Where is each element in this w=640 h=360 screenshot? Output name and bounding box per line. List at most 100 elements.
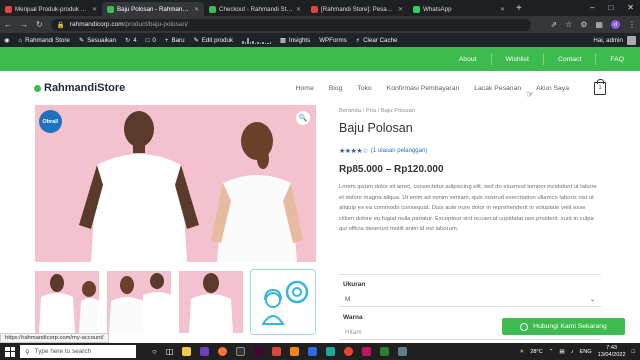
app-icon-red[interactable]: [272, 347, 282, 356]
app-icon-magenta[interactable]: [362, 347, 372, 356]
wp-admin-bar: ◉ ⌂ Rahmandi Store ✎ Sesuaikan ↻ 4 □ 0 + Baru…: [0, 33, 640, 47]
size-select-value: M: [345, 296, 351, 303]
reload-icon[interactable]: ↻: [36, 20, 43, 29]
clock[interactable]: 7:43 13/04/2022: [598, 345, 626, 358]
cortana-icon[interactable]: ○: [152, 347, 157, 356]
file-explorer-icon[interactable]: [182, 347, 192, 356]
wp-clear-cache-link[interactable]: ⚡ Clear Cache: [356, 37, 398, 44]
notification-icon[interactable]: □: [632, 349, 635, 355]
new-tab-button[interactable]: +: [516, 3, 522, 14]
size-select[interactable]: M ⌄: [339, 293, 601, 307]
product-title: Baju Polosan: [339, 121, 413, 135]
puzzle-icon[interactable]: ▦: [595, 20, 603, 29]
menu-akun-saya[interactable]: Akun Saya: [536, 85, 569, 92]
stats-sparkline[interactable]: [242, 37, 272, 44]
wp-site-link[interactable]: ⌂ Rahmandi Store: [18, 37, 69, 44]
star-icon[interactable]: ☆: [565, 20, 572, 29]
close-window-icon[interactable]: ✕: [627, 3, 634, 12]
menu-home[interactable]: Home: [296, 85, 314, 92]
thumbnail-1[interactable]: [35, 271, 99, 333]
weather-icon[interactable]: ☀: [519, 349, 524, 355]
minimize-icon[interactable]: –: [590, 3, 594, 12]
task-view-icon[interactable]: ◫: [166, 347, 174, 356]
adobe-xd-icon[interactable]: [254, 347, 264, 356]
product-summary: Beranda / Pria / Baju Polosan Baju Polos…: [339, 105, 601, 235]
browser-tab[interactable]: WhatsApp ✕: [408, 2, 510, 16]
nav-divider: [490, 53, 492, 65]
menu-lacak-pesanan[interactable]: Lacak Pesanan: [474, 85, 521, 92]
thumbnail-3[interactable]: [179, 271, 243, 333]
wp-account[interactable]: Hai, admin: [593, 35, 636, 45]
wp-edit-product-link[interactable]: ✎ Edit produk: [194, 37, 234, 44]
logo-dot-icon: [34, 84, 41, 92]
share-icon[interactable]: ⇗: [550, 20, 557, 29]
windows-taskbar: ⚲ Type here to search ○ ◫ ☀ 28°C ⌃ ▤ ♪ E…: [0, 343, 640, 360]
browser-tab[interactable]: Menjual Produk-produk Terb ✕: [0, 2, 102, 16]
thumbnail-photo: [109, 273, 171, 333]
breadcrumb[interactable]: Beranda / Pria / Baju Polosan: [339, 108, 601, 114]
chart-icon: ▩: [280, 36, 286, 44]
wp-customize-link[interactable]: ✎ Sesuaikan: [79, 37, 116, 44]
tab-close-icon[interactable]: ✕: [500, 6, 505, 13]
wp-updates-link[interactable]: ↻ 4: [125, 37, 137, 44]
site-logo[interactable]: RahmandiStore: [34, 82, 125, 94]
app-icon-gray[interactable]: [398, 347, 408, 356]
browser-tab[interactable]: [Rahmandi Store]: Pesanan b ✕: [306, 2, 408, 16]
menu-blog[interactable]: Blog: [329, 85, 343, 92]
wordpress-logo-icon[interactable]: ◉: [4, 37, 9, 44]
network-icon[interactable]: ▤: [559, 349, 564, 355]
tab-title: Checkout - Rahmandi Store: [219, 5, 293, 13]
app-icon-orange[interactable]: [290, 347, 300, 356]
cart-icon[interactable]: 1: [594, 78, 606, 95]
menu-icon[interactable]: ⋮: [628, 20, 636, 29]
language-indicator[interactable]: ENG: [579, 349, 591, 355]
back-icon[interactable]: ←: [4, 20, 12, 29]
app-icon-blue[interactable]: [308, 347, 318, 356]
wp-insights-link[interactable]: ▩ Insights: [280, 37, 310, 44]
menu-toko[interactable]: Toko: [357, 85, 371, 92]
browser-tab[interactable]: Baju Polosan - Rahmandi Sto ✕: [102, 2, 204, 16]
top-nav-faq[interactable]: FAQ: [610, 56, 624, 63]
mouse-cursor-icon: ☞: [526, 89, 535, 99]
thumbnail-photo: [189, 273, 233, 333]
top-nav-about[interactable]: About: [459, 56, 477, 63]
app-icon-dark[interactable]: [236, 347, 246, 356]
review-count-link[interactable]: (1 ulasan pelanggan): [371, 148, 427, 154]
tab-close-icon[interactable]: ✕: [296, 6, 301, 13]
product-description: Lorem ipsum dolor sit amet, consectetur …: [339, 184, 597, 233]
url-field[interactable]: 🔒 rahmandicorp.com/product/baju-polosan/: [50, 18, 531, 31]
forward-icon[interactable]: →: [20, 20, 28, 29]
wp-comments-link[interactable]: □ 0: [146, 37, 156, 44]
thumbnail-2[interactable]: [107, 271, 171, 333]
wp-wpforms-link[interactable]: WPForms: [319, 37, 347, 44]
windows-start-icon[interactable]: [5, 346, 15, 357]
brush-icon: ✎: [78, 36, 85, 44]
app-icon-green[interactable]: [380, 347, 390, 356]
profile-avatar[interactable]: d: [611, 20, 620, 29]
tab-close-icon[interactable]: ✕: [194, 6, 199, 13]
product-main-image[interactable]: Obral! 🔍: [35, 105, 316, 262]
chrome-icon[interactable]: [344, 347, 354, 356]
top-nav-contact[interactable]: Contact: [558, 56, 581, 63]
taskbar-search[interactable]: ⚲ Type here to search: [20, 345, 136, 358]
weather-text[interactable]: 28°C: [530, 349, 543, 355]
tab-close-icon[interactable]: ✕: [398, 6, 403, 13]
extension-icon[interactable]: ⚙: [580, 20, 587, 29]
top-nav-wishlist[interactable]: Wishlist: [506, 56, 529, 63]
menu-konfirmasi-pembayaran[interactable]: Konfirmasi Pembayaran: [387, 85, 460, 92]
zoom-icon[interactable]: 🔍: [296, 111, 310, 125]
browser-tab[interactable]: Checkout - Rahmandi Store ✕: [204, 2, 306, 16]
firefox-icon[interactable]: [218, 347, 228, 356]
wp-new-link[interactable]: + Baru: [165, 37, 185, 44]
size-label: Ukuran: [343, 281, 366, 288]
plus-icon: +: [164, 36, 169, 44]
volume-icon[interactable]: ♪: [571, 349, 574, 355]
tab-close-icon[interactable]: ✕: [92, 6, 97, 13]
taskbar-apps: ○ ◫: [152, 347, 408, 356]
color-label: Warna: [343, 314, 363, 321]
app-icon-teal[interactable]: [326, 347, 336, 356]
whatsapp-contact-button[interactable]: Hubungi Kami Sekarang: [502, 318, 625, 335]
tray-chevron-icon[interactable]: ⌃: [549, 349, 554, 355]
maximize-icon[interactable]: □: [608, 3, 613, 12]
app-icon-purple[interactable]: [200, 347, 210, 356]
